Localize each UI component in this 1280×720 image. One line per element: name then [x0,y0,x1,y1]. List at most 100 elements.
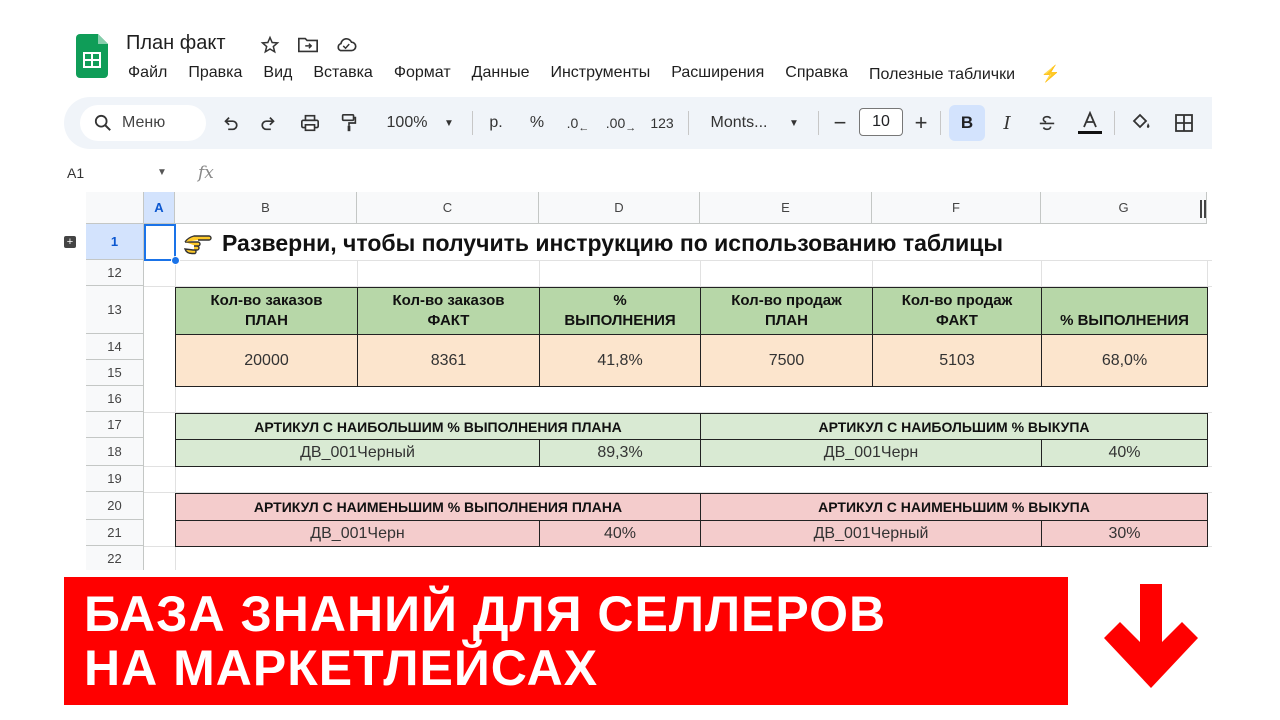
best-buyout-value[interactable]: 40% [1041,439,1208,467]
value-sales-plan[interactable]: 7500 [700,334,873,387]
menu-extensions[interactable]: Расширения [671,64,764,84]
toolbar-divider [472,111,473,135]
value-sales-percent[interactable]: 68,0% [1041,334,1208,387]
header-orders-fact[interactable]: Кол-во заказов ФАКТ [357,287,540,335]
name-box[interactable]: A1 [67,165,84,181]
bold-button[interactable]: B [949,105,985,141]
column-header-d[interactable]: D [539,192,700,224]
lightning-icon: ⚡ [1040,66,1061,83]
menu-data[interactable]: Данные [472,64,530,84]
worst-plan-value[interactable]: 40% [539,520,701,547]
font-size-input[interactable]: 10 [859,108,903,136]
increase-decimal-button[interactable]: .00 → [604,107,638,139]
font-size-decrease-button[interactable]: − [828,107,852,139]
borders-icon[interactable] [1170,107,1198,139]
row-header-21[interactable]: 21 [86,520,144,546]
gridline [357,260,358,286]
row-header-1[interactable]: 1 [86,224,144,260]
expand-group-icon[interactable]: + [64,236,76,248]
selected-cell-a1[interactable] [144,224,176,261]
chevron-down-icon[interactable]: ▼ [157,167,167,178]
best-plan-article[interactable]: ДВ_001Черный [175,439,540,467]
move-to-folder-icon[interactable] [296,33,320,57]
column-header-a[interactable]: A [144,192,175,224]
column-resize-handle[interactable] [1200,200,1206,218]
zoom-value: 100% [386,114,428,131]
document-title[interactable]: План факт [126,32,225,55]
best-plan-value[interactable]: 89,3% [539,439,701,467]
toolbar-divider [688,111,689,135]
header-orders-plan[interactable]: Кол-во заказов ПЛАН [175,287,358,335]
font-family-select[interactable]: Monts... [702,107,776,139]
menu-insert[interactable]: Вставка [313,64,372,84]
row-header-15[interactable]: 15 [86,360,144,386]
row-header-22[interactable]: 22 [86,546,144,570]
currency-format-button[interactable]: р. [484,107,508,139]
row-header-19[interactable]: 19 [86,466,144,492]
menu-help[interactable]: Справка [785,64,848,84]
row-header-16[interactable]: 16 [86,386,144,412]
menu-tools[interactable]: Инструменты [550,64,650,84]
percent-format-button[interactable]: % [525,107,549,139]
column-header-g[interactable]: G [1041,192,1207,224]
best-buyout-article[interactable]: ДВ_001Черн [700,439,1042,467]
column-header-e[interactable]: E [700,192,872,224]
header-sales-percent[interactable]: % ВЫПОЛНЕНИЯ [1041,287,1208,335]
menu-useful-tables[interactable]: Полезные таблички ⚡ [869,64,1081,84]
row-header-20[interactable]: 20 [86,492,144,520]
header-sales-plan[interactable]: Кол-во продаж ПЛАН [700,287,873,335]
star-icon[interactable] [258,33,282,57]
decrease-decimal-button[interactable]: .0 ← [563,107,593,139]
value-orders-percent[interactable]: 41,8% [539,334,701,387]
chevron-down-icon[interactable]: ▼ [786,107,802,139]
italic-button[interactable]: I [994,107,1020,139]
instruction-banner-text: Разверни, чтобы получить инструкцию по и… [222,230,1004,256]
best-plan-header[interactable]: АРТИКУЛ С НАИБОЛЬШИМ % ВЫПОЛНЕНИЯ ПЛАНА [175,413,701,440]
undo-icon[interactable] [217,107,243,139]
column-header-f[interactable]: F [872,192,1041,224]
value-sales-fact[interactable]: 5103 [872,334,1042,387]
best-buyout-header[interactable]: АРТИКУЛ С НАИБОЛЬШИМ % ВЫКУПА [700,413,1208,440]
redo-icon[interactable] [256,107,282,139]
row-header-14[interactable]: 14 [86,334,144,360]
row-header-18[interactable]: 18 [86,438,144,466]
gridline [700,260,701,286]
value-orders-fact[interactable]: 8361 [357,334,540,387]
select-all-corner[interactable] [86,192,144,224]
cloud-status-icon[interactable] [334,33,358,57]
column-header-b[interactable]: B [175,192,357,224]
header-orders-percent[interactable]: % ВЫПОЛНЕНИЯ [539,287,701,335]
menu-view[interactable]: Вид [263,64,292,84]
promo-line-2: НА МАРКЕТЛЕЙСАХ [84,640,599,696]
text-color-icon[interactable] [1074,107,1106,139]
gridline [539,260,540,286]
print-icon[interactable] [296,107,324,139]
more-formats-button[interactable]: 123 [646,107,678,139]
strikethrough-icon[interactable] [1033,107,1061,139]
value-orders-plan[interactable]: 20000 [175,334,358,387]
menu-format[interactable]: Формат [394,64,451,84]
worst-buyout-value[interactable]: 30% [1041,520,1208,547]
row-header-12[interactable]: 12 [86,260,144,286]
menu-edit[interactable]: Правка [188,64,242,84]
toolbar: Меню 100% ▼ р. % .0 ← .00 → 123 Monts... ▼… [64,97,1212,149]
worst-buyout-header[interactable]: АРТИКУЛ С НАИМЕНЬШИМ % ВЫКУПА [700,493,1208,521]
menu-search[interactable]: Меню [80,105,206,141]
worst-plan-header[interactable]: АРТИКУЛ С НАИМЕНЬШИМ % ВЫПОЛНЕНИЯ ПЛАНА [175,493,701,521]
row-header-17[interactable]: 17 [86,412,144,438]
fill-handle[interactable] [171,256,180,265]
column-header-c[interactable]: C [357,192,539,224]
row-header-13[interactable]: 13 [86,286,144,334]
worst-buyout-article[interactable]: ДВ_001Черный [700,520,1042,547]
paint-format-icon[interactable] [336,107,362,139]
instruction-banner[interactable]: Разверни, чтобы получить инструкцию по и… [182,230,1003,257]
header-sales-fact[interactable]: Кол-во продаж ФАКТ [872,287,1042,335]
zoom-select[interactable]: 100% [378,107,436,139]
font-size-increase-button[interactable]: + [909,107,933,139]
worst-plan-article[interactable]: ДВ_001Черн [175,520,540,547]
promo-line-1: БАЗА ЗНАНИЙ ДЛЯ СЕЛЛЕРОВ [84,586,887,642]
menu-file[interactable]: Файл [128,64,167,84]
promo-banner: БАЗА ЗНАНИЙ ДЛЯ СЕЛЛЕРОВ НА МАРКЕТЛЕЙСАХ [64,577,1068,705]
fill-color-icon[interactable] [1126,107,1156,139]
chevron-down-icon[interactable]: ▼ [441,107,457,139]
